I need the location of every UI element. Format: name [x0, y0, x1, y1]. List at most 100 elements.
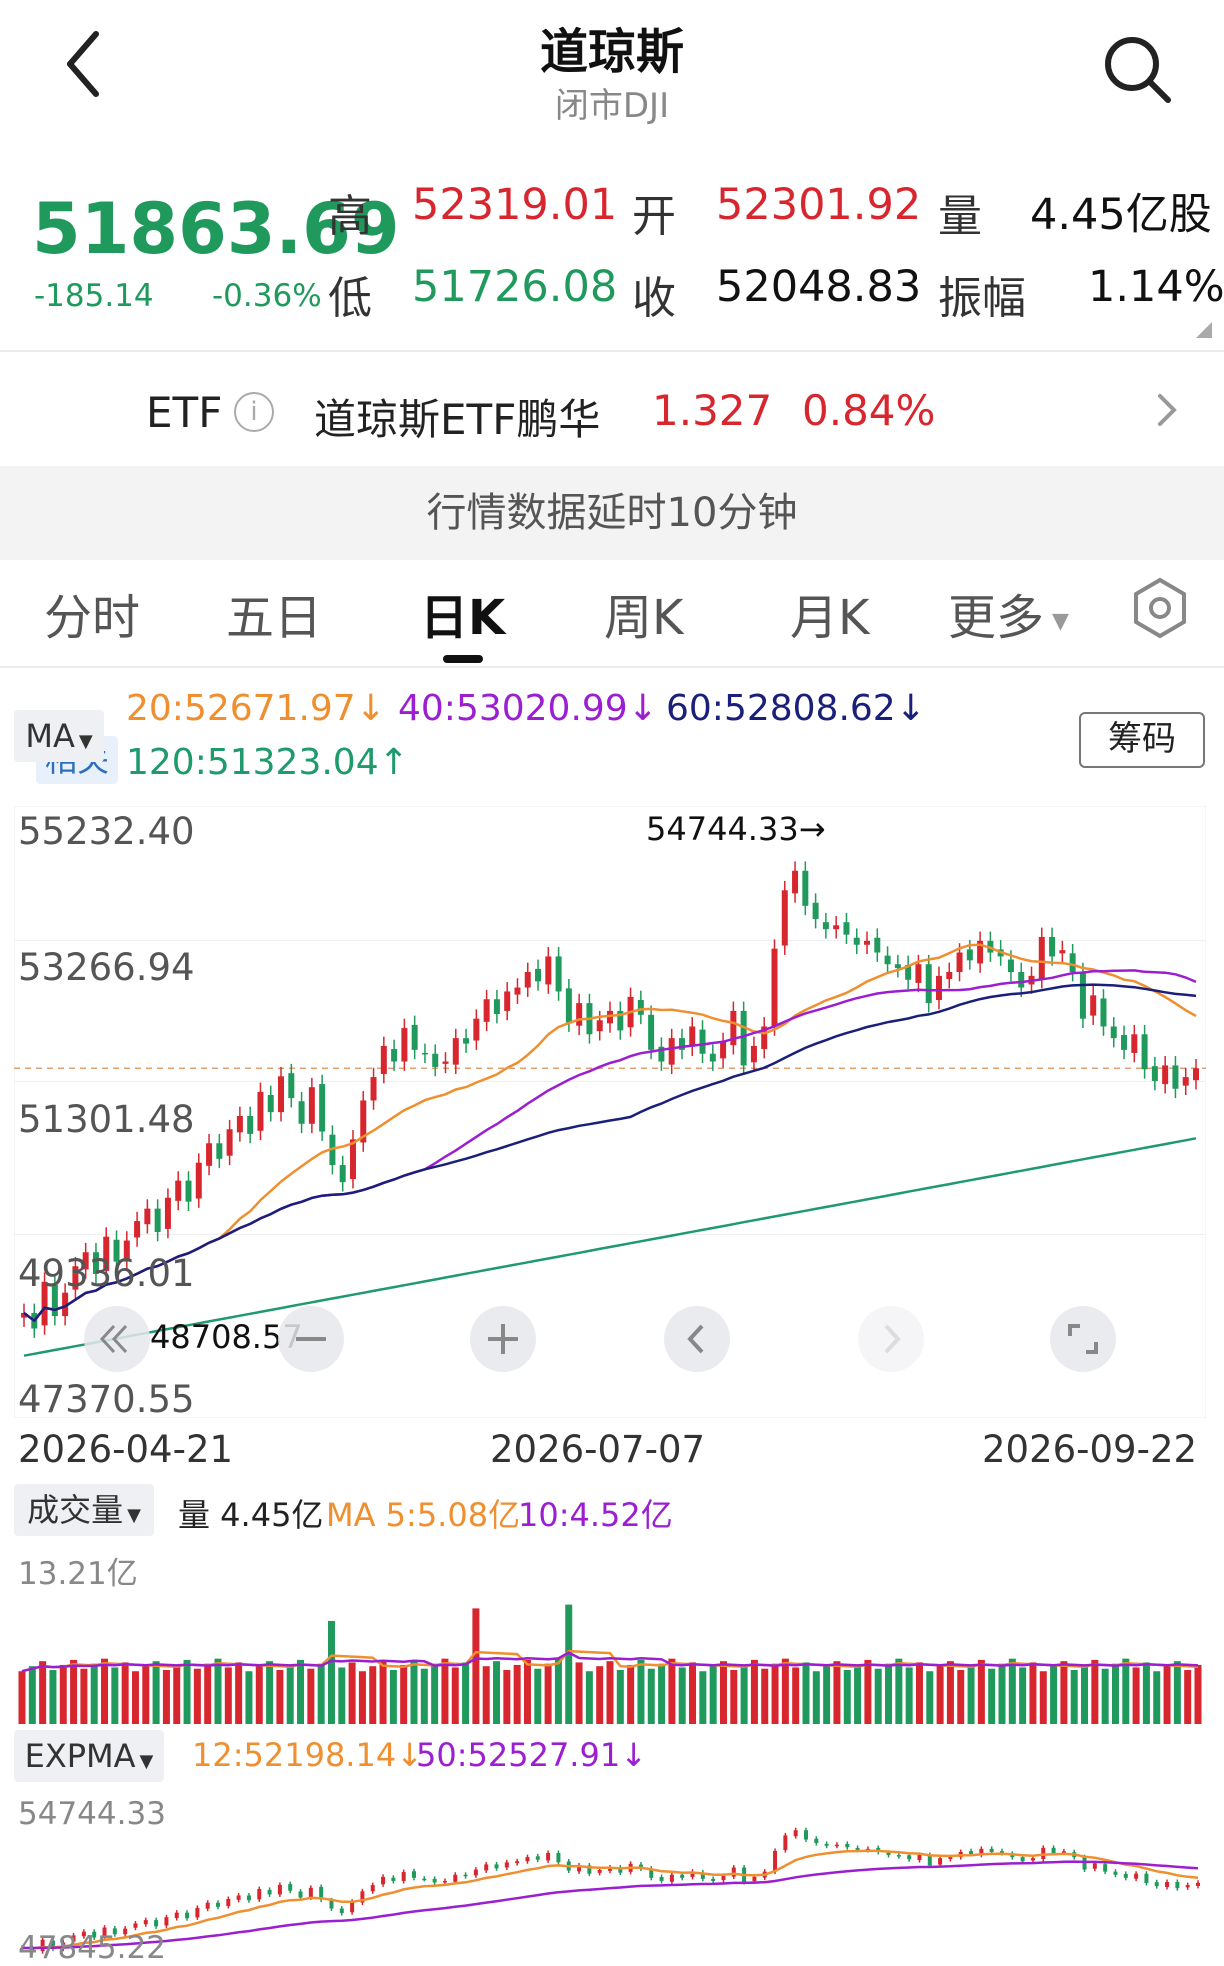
minus-icon	[296, 1337, 326, 1341]
candle	[884, 955, 891, 965]
low-label: 低	[328, 273, 372, 324]
expand-corner-icon[interactable]	[1196, 322, 1212, 338]
candle	[989, 1848, 994, 1852]
volume-bar	[18, 1671, 26, 1724]
candle	[185, 1912, 190, 1919]
candle	[1061, 1851, 1066, 1853]
volume-bar	[936, 1666, 944, 1724]
volume-bar	[740, 1664, 748, 1724]
candle	[432, 1053, 439, 1067]
indicator-select[interactable]: MA ▼	[14, 710, 104, 762]
rewind-button[interactable]	[84, 1306, 150, 1372]
volume-bar	[462, 1662, 470, 1724]
candle	[494, 1864, 499, 1869]
chips-button[interactable]: 筹码	[1079, 712, 1205, 768]
volume-bar	[101, 1658, 109, 1724]
candle	[216, 1143, 223, 1159]
chevron-left-icon	[687, 1324, 704, 1354]
candle	[391, 1049, 398, 1062]
candle	[1051, 1847, 1056, 1853]
candle	[556, 1852, 561, 1863]
zoom-in-button[interactable]	[470, 1306, 536, 1372]
tab-daily-k[interactable]: 日K	[420, 578, 505, 648]
candle	[802, 870, 809, 906]
candle	[411, 1024, 418, 1050]
tab-intraday[interactable]: 分时	[44, 578, 140, 648]
active-tab-indicator	[443, 655, 483, 663]
expma-min-label: 47845.22	[18, 1930, 166, 1966]
volume-bar	[854, 1664, 862, 1724]
pan-left-button[interactable]	[664, 1306, 730, 1372]
volume-bar	[183, 1659, 191, 1724]
volume-bar	[678, 1667, 686, 1724]
tab-monthly-k[interactable]: 月K	[790, 578, 869, 648]
expma-max-label: 54744.33	[18, 1796, 166, 1832]
volume-bar	[348, 1662, 356, 1724]
volume-bar	[503, 1669, 511, 1724]
candle	[483, 999, 490, 1022]
expma-indicator-select[interactable]: EXPMA ▼	[14, 1730, 164, 1782]
divider	[0, 666, 1224, 668]
candle	[637, 1000, 644, 1015]
candle	[452, 1038, 459, 1065]
volume-bar	[193, 1668, 201, 1724]
volume-bar	[1173, 1661, 1181, 1724]
indicator-select-label: MA	[25, 717, 75, 755]
candle	[1154, 1882, 1159, 1887]
volume-bar	[1184, 1669, 1192, 1724]
chart-settings-icon[interactable]	[1128, 576, 1192, 640]
volume-bar	[389, 1669, 397, 1724]
volume-bar	[49, 1669, 57, 1724]
tab-more[interactable]: 更多 ▼	[948, 578, 1069, 648]
candle	[648, 1014, 655, 1050]
candle	[1103, 1864, 1108, 1872]
volume-bar	[1194, 1664, 1202, 1724]
candle	[195, 1907, 200, 1918]
tab-five-day[interactable]: 五日	[226, 578, 322, 648]
candle	[473, 1018, 480, 1041]
volume-bar	[142, 1666, 150, 1724]
candle	[401, 1028, 408, 1062]
volume-indicator-select[interactable]: 成交量 ▼	[14, 1484, 154, 1536]
volume-bar	[668, 1658, 676, 1724]
pan-right-button[interactable]	[858, 1306, 924, 1372]
candle	[1049, 936, 1056, 957]
volume-bar	[885, 1663, 893, 1724]
candle	[463, 1038, 470, 1044]
expma-chart[interactable]	[14, 1792, 1206, 1966]
candle	[874, 937, 881, 953]
volume-bar	[565, 1604, 573, 1724]
search-button[interactable]	[1098, 30, 1178, 110]
fullscreen-button[interactable]	[1050, 1306, 1116, 1372]
volume-bar	[1008, 1658, 1016, 1724]
info-icon[interactable]: i	[234, 392, 274, 432]
double-chevron-left-icon	[99, 1324, 128, 1354]
candle	[134, 1221, 141, 1238]
candle	[596, 1020, 603, 1032]
expma-12: 12:52198.14↓	[192, 1736, 423, 1774]
volume-bar	[988, 1668, 996, 1724]
volume-bar	[946, 1661, 954, 1724]
candle	[1123, 1873, 1128, 1878]
caret-down-icon: ▼	[1052, 608, 1069, 634]
tab-weekly-k[interactable]: 周K	[604, 578, 683, 648]
open-value: 52301.92	[716, 180, 922, 230]
candle	[659, 1877, 664, 1881]
volume-bar	[1153, 1671, 1161, 1724]
volume-bar	[400, 1664, 408, 1724]
volume-chart[interactable]	[14, 1538, 1206, 1724]
expma-50: 50:52527.91↓	[416, 1736, 647, 1774]
candle	[308, 1087, 315, 1124]
candle	[339, 1165, 346, 1183]
candle	[1110, 1026, 1117, 1039]
candle	[1144, 1873, 1149, 1884]
related-etf-row[interactable]: 相关 ETF i 道琼斯ETF鹏华 1.327 0.84%	[0, 352, 1224, 784]
volume-bar	[420, 1668, 428, 1724]
candle	[154, 1208, 161, 1232]
zoom-out-button[interactable]	[278, 1306, 344, 1372]
candle	[1162, 1065, 1169, 1085]
candle	[143, 1920, 148, 1925]
candle	[164, 1917, 169, 1926]
volume-ma10: 10:4.52亿	[518, 1496, 673, 1534]
volume-bar	[1111, 1663, 1119, 1724]
